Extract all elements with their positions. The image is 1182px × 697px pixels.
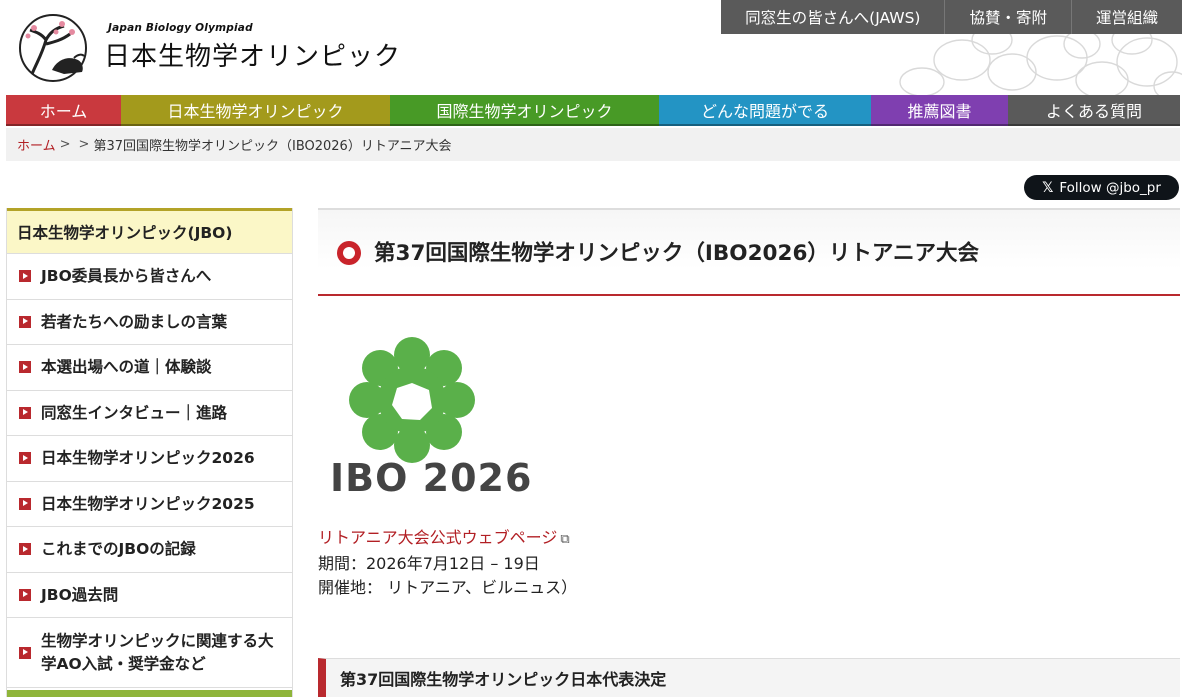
arrow-bullet-icon bbox=[19, 588, 31, 601]
sidebar-item-jbo2026[interactable]: 日本生物学オリンピック2026 bbox=[7, 436, 292, 482]
nav-books[interactable]: 推薦図書 bbox=[871, 95, 1008, 126]
sidebar-item-encouragement[interactable]: 若者たちへの励ましの言葉 bbox=[7, 299, 292, 345]
sidebar-next-section-border bbox=[7, 690, 292, 697]
event-venue: 開催地： リトアニア、ビルニュス） bbox=[318, 578, 578, 597]
logo-tree-bird-icon bbox=[19, 14, 87, 82]
arrow-bullet-icon bbox=[19, 315, 31, 328]
breadcrumb-separator: > bbox=[59, 137, 71, 152]
sidebar-item-alumni-interview[interactable]: 同窓生インタビュー｜進路 bbox=[7, 390, 292, 436]
ibo2026-logo-text: IBO 2026 bbox=[330, 456, 533, 500]
sidebar-item-experience[interactable]: 本選出場への道｜体験談 bbox=[7, 345, 292, 391]
util-link-organization[interactable]: 運営組織 bbox=[1070, 0, 1182, 34]
logo-english-text: Japan Biology Olympiad bbox=[108, 22, 253, 34]
nav-jbo[interactable]: 日本生物学オリンピック bbox=[121, 95, 390, 126]
nav-problems[interactable]: どんな問題がでる bbox=[659, 95, 871, 126]
x-follow-button[interactable]: 𝕏 Follow @jbo_pr bbox=[1024, 175, 1179, 200]
arrow-bullet-icon bbox=[19, 543, 31, 556]
main-nav: ホーム 日本生物学オリンピック 国際生物学オリンピック どんな問題がでる 推薦図… bbox=[6, 95, 1180, 128]
ring-bullet-icon bbox=[337, 241, 361, 265]
main-content: 第37回国際生物学オリンピック（IBO2026）リトアニア大会 IBO 2026… bbox=[318, 208, 1180, 697]
follow-label: Follow @jbo_pr bbox=[1059, 179, 1161, 196]
page-title-box: 第37回国際生物学オリンピック（IBO2026）リトアニア大会 bbox=[318, 208, 1180, 296]
nav-ibo[interactable]: 国際生物学オリンピック bbox=[390, 95, 659, 126]
sidebar-item-university-ao[interactable]: 生物学オリンピックに関連する大学AO入試・奨学金など bbox=[7, 618, 292, 688]
sidebar-item-jbo2025[interactable]: 日本生物学オリンピック2025 bbox=[7, 481, 292, 527]
util-link-jaws[interactable]: 同窓生の皆さんへ(JAWS) bbox=[721, 0, 944, 34]
breadcrumb-home-link[interactable]: ホーム bbox=[17, 135, 56, 154]
nav-home[interactable]: ホーム bbox=[6, 95, 121, 126]
x-logo-icon: 𝕏 bbox=[1042, 179, 1054, 196]
site-header: Japan Biology Olympiad 日本生物学オリンピック 同窓生の皆… bbox=[0, 0, 1182, 95]
sidebar-item-chair-message[interactable]: JBO委員長から皆さんへ bbox=[7, 254, 292, 300]
breadcrumb-current: 第37回国際生物学オリンピック（IBO2026）リトアニア大会 bbox=[93, 139, 452, 154]
site-logo[interactable]: Japan Biology Olympiad 日本生物学オリンピック bbox=[12, 14, 400, 82]
utility-nav: 同窓生の皆さんへ(JAWS) 協賛・寄附 運営組織 bbox=[721, 0, 1182, 34]
arrow-bullet-icon bbox=[19, 406, 31, 419]
arrow-bullet-icon bbox=[19, 646, 31, 659]
util-link-sponsor[interactable]: 協賛・寄附 bbox=[944, 0, 1071, 34]
sidebar-item-records[interactable]: これまでのJBOの記録 bbox=[7, 527, 292, 573]
logo-japanese-text: 日本生物学オリンピック bbox=[104, 42, 402, 72]
arrow-bullet-icon bbox=[19, 497, 31, 510]
section-heading-team-decided: 第37回国際生物学オリンピック日本代表決定 bbox=[318, 658, 1180, 697]
event-period: 期間：2026年7月12日 – 19日 bbox=[318, 554, 540, 573]
breadcrumb: ホーム > > 第37回国際生物学オリンピック（IBO2026）リトアニア大会 bbox=[6, 128, 1180, 161]
sidebar-item-past-problems[interactable]: JBO過去問 bbox=[7, 572, 292, 618]
sidebar-heading: 日本生物学オリンピック(JBO) bbox=[7, 208, 292, 254]
arrow-bullet-icon bbox=[19, 452, 31, 465]
nav-faq[interactable]: よくある質問 bbox=[1008, 95, 1180, 126]
arrow-bullet-icon bbox=[19, 270, 31, 283]
external-link-icon: ⧉ bbox=[560, 532, 570, 547]
page-title: 第37回国際生物学オリンピック（IBO2026）リトアニア大会 bbox=[374, 241, 979, 266]
arrow-bullet-icon bbox=[19, 361, 31, 374]
sidebar: 日本生物学オリンピック(JBO) JBO委員長から皆さんへ 若者たちへの励ましの… bbox=[6, 208, 293, 697]
breadcrumb-separator: > bbox=[78, 137, 90, 152]
official-site-link[interactable]: リトアニア大会公式ウェブページ ⧉ bbox=[318, 524, 570, 548]
